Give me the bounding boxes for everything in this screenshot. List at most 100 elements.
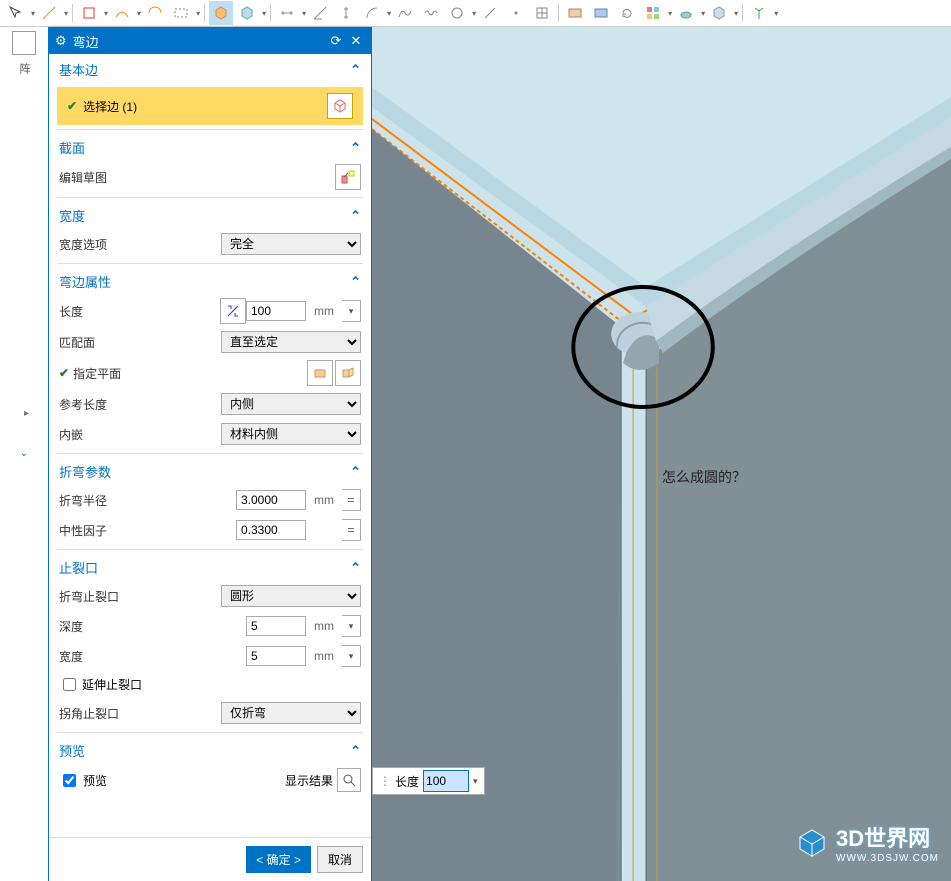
bend-radius-label: 折弯半径 xyxy=(59,492,149,509)
bend-radius-input[interactable] xyxy=(236,490,306,510)
tool-rect-select-icon[interactable] xyxy=(169,1,193,25)
scroll-hint-icon[interactable]: ▸ xyxy=(24,408,29,419)
match-face-select[interactable]: 直至选定 xyxy=(221,331,361,353)
tool-dim-icon[interactable] xyxy=(275,1,299,25)
tool-palette-icon[interactable] xyxy=(589,1,613,25)
section-cross-section[interactable]: 截面⌃ xyxy=(49,134,371,161)
corner-relief-select[interactable]: 仅折弯 xyxy=(221,702,361,724)
dropdown-icon[interactable]: ▾ xyxy=(104,9,108,18)
preview-checkbox[interactable] xyxy=(63,774,76,787)
tool-grid-icon[interactable] xyxy=(530,1,554,25)
plane-alt-icon[interactable] xyxy=(335,360,361,386)
tool-spline-icon[interactable] xyxy=(393,1,417,25)
dropdown-icon[interactable]: ▾ xyxy=(342,645,361,667)
width2-input[interactable] xyxy=(246,646,306,666)
dropdown-icon[interactable]: ▾ xyxy=(31,9,35,18)
tool-cube-alt-icon[interactable] xyxy=(235,1,259,25)
panel-titlebar[interactable]: ⚙ 弯边 ⟳ ✕ xyxy=(49,28,371,54)
bend-relief-row: 折弯止裂口 圆形 xyxy=(49,581,371,611)
dropdown-icon[interactable]: ▾ xyxy=(342,615,361,637)
main-toolbar: ▾ ▾ ▾ ▾ ▾ ▾ ▾ ▾ ▾ ▾ ▾ ▾ ▾ xyxy=(0,0,951,27)
length-unit: mm xyxy=(306,304,342,318)
magnify-icon[interactable] xyxy=(337,768,361,792)
float-length-label: 长度 xyxy=(395,773,419,790)
cube-select-icon[interactable] xyxy=(327,93,353,119)
tool-angle-icon[interactable] xyxy=(308,1,332,25)
flange-panel: ⚙ 弯边 ⟳ ✕ 基本边⌃ ✔ 选择边 (1) 截面⌃ 编辑草图 xyxy=(48,27,372,881)
length-flip-icon[interactable] xyxy=(220,298,246,324)
tool-vdim-icon[interactable] xyxy=(334,1,358,25)
viewport-3d[interactable]: 怎么成圆的？ ⋮ 长度 ▾ 3D世界网 WWW.3DSJW.COM xyxy=(372,27,951,881)
width-option-select[interactable]: 完全 xyxy=(221,233,361,255)
ref-length-select[interactable]: 内侧 xyxy=(221,393,361,415)
viewport-annotation: 怎么成圆的？ xyxy=(662,467,746,487)
float-length-input[interactable] xyxy=(423,770,469,792)
tool-slash-icon[interactable] xyxy=(478,1,502,25)
chevron-down-icon[interactable]: ⌄ xyxy=(0,448,48,459)
extend-relief-checkbox[interactable] xyxy=(63,678,76,691)
tool-cube-active-icon[interactable] xyxy=(209,1,233,25)
tool-rect-icon[interactable] xyxy=(77,1,101,25)
bend-radius-row: 折弯半径 mm = xyxy=(49,485,371,515)
section-fold-params[interactable]: 折弯参数⌃ xyxy=(49,458,371,485)
edit-sketch-icon[interactable] xyxy=(335,164,361,190)
section-relief[interactable]: 止裂口⌃ xyxy=(49,554,371,581)
dropdown-icon[interactable]: ▾ xyxy=(302,9,306,18)
tool-wave-icon[interactable] xyxy=(419,1,443,25)
viewport-drawing xyxy=(372,27,951,881)
dropdown-icon[interactable]: ▾ xyxy=(387,9,391,18)
section-width[interactable]: 宽度⌃ xyxy=(49,202,371,229)
section-basic-edge[interactable]: 基本边⌃ xyxy=(49,56,371,83)
tool-arc2-icon[interactable] xyxy=(360,1,384,25)
sidebar-tab-icon[interactable] xyxy=(12,31,36,55)
dropdown-icon[interactable]: ▾ xyxy=(701,9,705,18)
width2-row: 宽度 mm ▾ xyxy=(49,641,371,671)
dropdown-icon[interactable]: ▾ xyxy=(734,9,738,18)
plane-icon[interactable] xyxy=(307,360,333,386)
corner-relief-row: 拐角止裂口 仅折弯 xyxy=(49,698,371,728)
tool-refresh-icon[interactable] xyxy=(615,1,639,25)
tool-box2-icon[interactable] xyxy=(707,1,731,25)
dropdown-icon[interactable]: ▾ xyxy=(196,9,200,18)
tool-cursor-icon[interactable] xyxy=(4,1,28,25)
tool-grid4-icon[interactable] xyxy=(641,1,665,25)
close-icon[interactable]: ✕ xyxy=(347,32,365,50)
pin-icon[interactable]: ⟳ xyxy=(327,32,345,50)
section-preview[interactable]: 预览⌃ xyxy=(49,737,371,764)
tool-teapot-icon[interactable] xyxy=(674,1,698,25)
toolbar-separator xyxy=(558,4,559,22)
dropdown-icon[interactable]: ▾ xyxy=(473,776,478,787)
tool-curve-icon[interactable] xyxy=(110,1,134,25)
extend-relief-row[interactable]: 延伸止裂口 xyxy=(49,671,371,698)
gear-icon[interactable]: ⚙ xyxy=(55,33,67,49)
tool-line-icon[interactable] xyxy=(37,1,61,25)
equals-icon[interactable]: = xyxy=(342,519,361,541)
dropdown-icon[interactable]: ▾ xyxy=(64,9,68,18)
watermark: 3D世界网 WWW.3DSJW.COM xyxy=(794,821,939,864)
inset-select[interactable]: 材料内侧 xyxy=(221,423,361,445)
equals-icon[interactable]: = xyxy=(342,489,361,511)
neutral-factor-input[interactable] xyxy=(236,520,306,540)
dropdown-icon[interactable]: ▾ xyxy=(342,300,361,322)
tool-axis-icon[interactable] xyxy=(747,1,771,25)
length-input[interactable] xyxy=(246,301,306,321)
dropdown-icon[interactable]: ▾ xyxy=(668,9,672,18)
section-bend-props[interactable]: 弯边属性⌃ xyxy=(49,268,371,295)
dropdown-icon[interactable]: ▾ xyxy=(137,9,141,18)
tool-arc-icon[interactable] xyxy=(143,1,167,25)
depth-row: 深度 mm ▾ xyxy=(49,611,371,641)
tool-point-icon[interactable] xyxy=(504,1,528,25)
tool-circle-icon[interactable] xyxy=(445,1,469,25)
ok-button[interactable]: < 确定 > xyxy=(246,846,311,873)
cancel-button[interactable]: 取消 xyxy=(317,846,363,873)
watermark-logo-icon xyxy=(794,825,830,861)
tool-sheet-icon[interactable] xyxy=(563,1,587,25)
floating-length-bar[interactable]: ⋮ 长度 ▾ xyxy=(372,767,485,795)
dropdown-icon[interactable]: ▾ xyxy=(472,9,476,18)
dropdown-icon[interactable]: ▾ xyxy=(774,9,778,18)
depth-input[interactable] xyxy=(246,616,306,636)
preview-label: 预览 xyxy=(83,772,107,789)
dropdown-icon[interactable]: ▾ xyxy=(262,9,266,18)
select-edge-row[interactable]: ✔ 选择边 (1) xyxy=(57,87,363,125)
bend-relief-select[interactable]: 圆形 xyxy=(221,585,361,607)
